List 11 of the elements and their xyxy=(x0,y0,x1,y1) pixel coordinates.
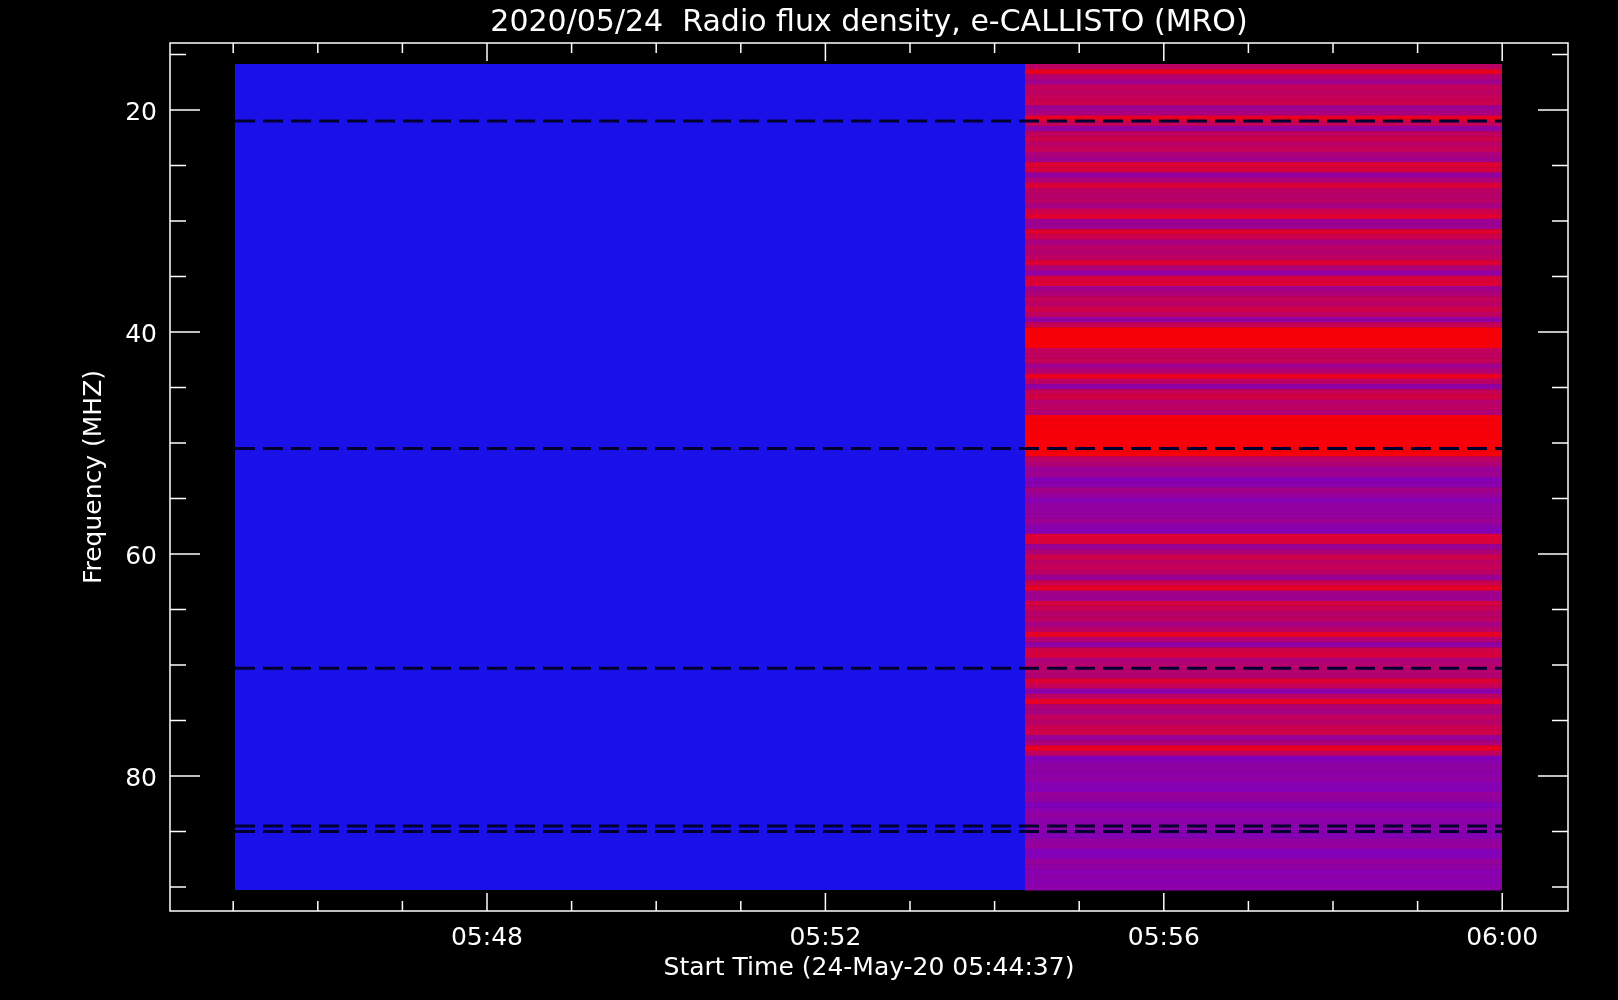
x-tick-label: 05:56 xyxy=(1127,922,1200,951)
x-tick-label: 06:00 xyxy=(1466,922,1539,951)
y-tick-label: 80 xyxy=(125,763,157,792)
x-tick-label: 05:48 xyxy=(451,922,523,951)
x-axis-label: Start Time (24-May-20 05:44:37) xyxy=(663,952,1075,981)
y-axis-label: Frequency (MHZ) xyxy=(78,369,107,585)
x-tick-label: 05:52 xyxy=(789,922,862,951)
y-tick-label: 60 xyxy=(125,541,157,570)
chart-title: 2020/05/24 Radio flux density, e-CALLISTO (MRO) xyxy=(490,3,1248,38)
y-tick-label: 20 xyxy=(125,97,157,126)
y-tick-label: 40 xyxy=(125,319,157,348)
